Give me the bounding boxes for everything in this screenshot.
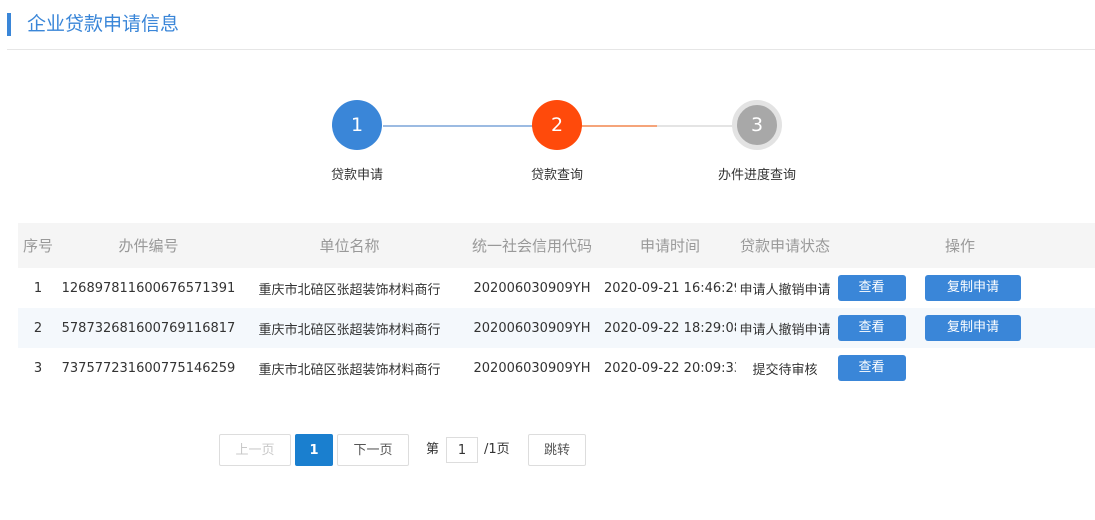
step-number: 1 — [332, 100, 382, 150]
cell-case-no: 578732681600769116817 — [58, 308, 239, 348]
col-header-credit-code: 统一社会信用代码 — [460, 223, 604, 268]
cell-status: 申请人撤销申请 — [739, 282, 831, 298]
view-button[interactable]: 查看 — [837, 355, 906, 381]
step-number: 3 — [732, 100, 782, 150]
header-divider — [7, 49, 1095, 50]
title-accent-bar — [7, 13, 11, 36]
cell-actions: 复制申请 — [909, 268, 1095, 308]
step-number: 2 — [532, 100, 582, 150]
step-loan-apply[interactable]: 1 贷款申请 — [297, 100, 417, 183]
step-progress-query[interactable]: 3 办件进度查询 — [697, 100, 817, 183]
col-header-apply-time: 申请时间 — [604, 223, 736, 268]
cell-view: 查看 — [834, 308, 909, 348]
next-page-button[interactable]: 下一页 — [337, 434, 409, 466]
col-header-status: 贷款申请状态 — [736, 223, 834, 268]
table-row: 2 578732681600769116817 重庆市北碚区张超装饰材料商行 2… — [18, 308, 1095, 348]
copy-application-button[interactable]: 复制申请 — [925, 275, 1021, 301]
cell-apply-time: 2020-09-21 16:46:29 — [604, 280, 736, 296]
cell-credit-code: 202006030909YH — [473, 360, 591, 376]
pagination: 上一页 1 下一页 第 /1页 跳转 — [0, 434, 1095, 468]
cell-company: 重庆市北碚区张超装饰材料商行 — [258, 362, 441, 378]
copy-application-button[interactable]: 复制申请 — [925, 315, 1021, 341]
cell-credit-code: 202006030909YH — [473, 280, 591, 296]
col-header-case-no: 办件编号 — [58, 223, 239, 268]
prev-page-button[interactable]: 上一页 — [219, 434, 291, 466]
table-row: 1 1268978116006765713​91 重庆市北碚区张超装饰材料商行 … — [18, 268, 1095, 308]
cell-apply-time: 2020-09-22 20:09:33 — [604, 360, 736, 376]
progress-steps: 1 贷款申请 2 贷款查询 3 办件进度查询 — [0, 100, 1095, 190]
cell-index: 2 — [18, 308, 58, 348]
step-loan-query[interactable]: 2 贷款查询 — [497, 100, 617, 183]
view-button[interactable]: 查看 — [837, 315, 906, 341]
jump-button[interactable]: 跳转 — [528, 434, 586, 466]
cell-view: 查看 — [834, 268, 909, 308]
cell-case-no: 737577231600775146259 — [61, 360, 236, 376]
loan-applications-table: 序号 办件编号 单位名称 统一社会信用代码 申请时间 贷款申请状态 操作 1 1… — [18, 223, 1095, 388]
table-row: 3 737577231600775146259 重庆市北碚区张超装饰材料商行 2… — [18, 348, 1095, 388]
page-1-button[interactable]: 1 — [295, 434, 333, 466]
cell-company: 重庆市北碚区张超装饰材料商行 — [239, 308, 460, 348]
page-total-label: /1页 — [484, 442, 510, 457]
cell-status: 申请人撤销申请 — [736, 308, 834, 348]
col-header-actions: 操作 — [909, 223, 1095, 268]
col-header-company: 单位名称 — [239, 223, 460, 268]
cell-case-no: 1268978116006765713​91 — [61, 280, 236, 296]
cell-index: 1 — [33, 280, 43, 296]
step-label: 办件进度查询 — [717, 168, 796, 183]
step-label: 贷款查询 — [530, 168, 583, 183]
table-header-row: 序号 办件编号 单位名称 统一社会信用代码 申请时间 贷款申请状态 操作 — [18, 223, 1095, 268]
page-header: 企业贷款申请信息 — [0, 0, 1095, 50]
cell-index: 3 — [33, 360, 43, 376]
view-button[interactable]: 查看 — [837, 275, 906, 301]
cell-company: 重庆市北碚区张超装饰材料商行 — [258, 282, 441, 298]
cell-actions — [909, 348, 1095, 388]
page-number-input[interactable] — [446, 437, 478, 463]
cell-status: 提交待审核 — [752, 362, 818, 378]
page-prefix-label: 第 — [426, 442, 440, 457]
page-title: 企业贷款申请信息 — [27, 13, 180, 35]
cell-credit-code: 202006030909YH — [460, 308, 604, 348]
cell-view: 查看 — [834, 348, 909, 388]
col-header-blank — [834, 223, 909, 268]
col-header-index: 序号 — [18, 223, 58, 268]
step-label: 贷款申请 — [330, 168, 383, 183]
cell-apply-time: 2020-09-22 18:29:08 — [604, 308, 736, 348]
cell-actions: 复制申请 — [909, 308, 1095, 348]
